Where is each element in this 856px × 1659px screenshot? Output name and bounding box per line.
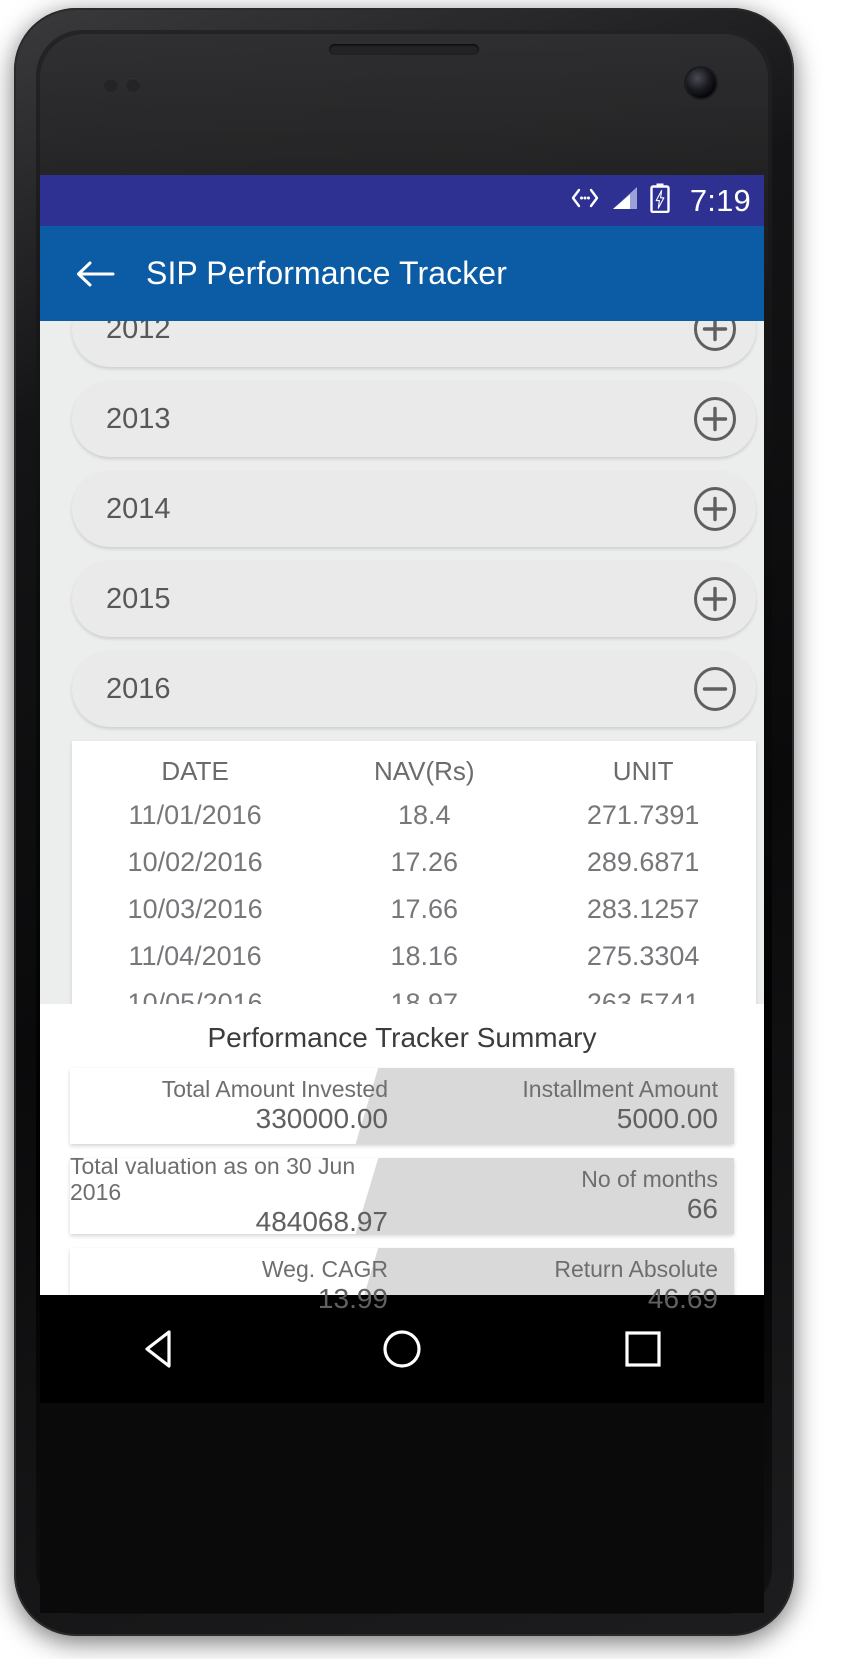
summary-right-cell: Installment Amount 5000.00: [402, 1068, 734, 1144]
circle-home-icon: [383, 1330, 421, 1368]
column-header-unit: UNIT: [612, 756, 674, 786]
year-label: 2014: [106, 492, 171, 525]
summary-label: No of months: [581, 1166, 718, 1193]
cell-unit: 271.7391: [586, 800, 700, 830]
nav-unit-table: DATE NAV(Rs) UNIT 11/01/2016 18.4 271.73…: [72, 748, 756, 1004]
table-row: 11/04/2016 18.16 275.3304: [72, 933, 756, 980]
year-label: 2015: [106, 582, 171, 615]
cell-date: 10/02/2016: [127, 847, 263, 877]
square-recents-icon: [625, 1331, 661, 1367]
plus-circle-icon[interactable]: [692, 486, 738, 532]
earpiece-speaker: [329, 44, 479, 55]
cell-date: 10/03/2016: [127, 894, 263, 924]
minus-circle-icon[interactable]: [692, 666, 738, 712]
phone-screen: 7:19 SIP Performance Tracker 2012 2013 2…: [40, 175, 764, 1390]
cell-date: 11/01/2016: [128, 800, 262, 830]
back-button[interactable]: [68, 247, 122, 301]
cell-date: 11/04/2016: [128, 941, 262, 971]
plus-circle-icon[interactable]: [692, 396, 738, 442]
cell-unit: 283.1257: [586, 894, 700, 924]
cell-nav: 17.26: [390, 847, 459, 877]
table-row: 10/03/2016 17.66 283.1257: [72, 886, 756, 933]
status-bar: 7:19: [40, 175, 764, 226]
summary-value: 5000.00: [616, 1102, 718, 1134]
battery-charging-icon: [650, 183, 670, 218]
phone-bottom-chin: [40, 1403, 764, 1613]
status-icon-group: 7:19: [570, 183, 751, 218]
summary-value: 13.99: [317, 1282, 388, 1314]
plus-circle-icon[interactable]: [692, 576, 738, 622]
content-scroll-area[interactable]: 2012 2013 2014 2015 2016 DATE NAV(Rs) UN…: [40, 321, 764, 1004]
cell-unit: 275.3304: [586, 941, 700, 971]
summary-label: Return Absolute: [554, 1256, 718, 1283]
cell-date: 10/05/2016: [127, 988, 263, 1004]
year-accordion-list: 2012 2013 2014 2015 2016: [40, 321, 764, 727]
year-accordion-item-2015[interactable]: 2015: [72, 561, 756, 637]
summary-left-cell: Total valuation as on 30 Jun 2016 484068…: [70, 1158, 402, 1234]
summary-value: 46.69: [647, 1282, 718, 1314]
summary-right-cell: No of months 66: [402, 1158, 734, 1234]
summary-label: Weg. CAGR: [261, 1256, 388, 1283]
column-header-date: DATE: [161, 756, 229, 786]
summary-value: 66: [686, 1192, 718, 1224]
table-header-row: DATE NAV(Rs) UNIT: [72, 748, 756, 792]
cast-icon: [570, 187, 600, 214]
year-label: 2013: [106, 402, 171, 435]
year-accordion-item-2014[interactable]: 2014: [72, 471, 756, 547]
year-label: 2012: [106, 321, 171, 345]
front-camera-icon: [686, 68, 716, 98]
summary-card-valuation: Total valuation as on 30 Jun 2016 484068…: [70, 1158, 734, 1234]
year-accordion-item-2012[interactable]: 2012: [72, 321, 756, 367]
summary-right-cell: Return Absolute 46.69: [402, 1248, 734, 1324]
summary-card-amount: Total Amount Invested 330000.00 Installm…: [70, 1068, 734, 1144]
table-row: 10/02/2016 17.26 289.6871: [72, 839, 756, 886]
summary-label: Installment Amount: [522, 1076, 718, 1103]
status-time: 7:19: [689, 183, 751, 218]
triangle-back-icon: [145, 1330, 171, 1368]
arrow-left-icon: [77, 261, 115, 286]
table-row: 10/05/2016 18.97 263.5741: [72, 980, 756, 1004]
summary-value: 330000.00: [255, 1102, 388, 1134]
year-accordion-item-2013[interactable]: 2013: [72, 381, 756, 457]
signal-icon: [611, 185, 639, 216]
cell-nav: 18.97: [390, 988, 459, 1004]
summary-label: Total Amount Invested: [161, 1076, 388, 1103]
cell-nav: 18.4: [397, 800, 451, 830]
plus-circle-icon[interactable]: [692, 321, 738, 352]
column-header-nav: NAV(Rs): [373, 756, 475, 786]
device-stage: 7:19 SIP Performance Tracker 2012 2013 2…: [0, 0, 856, 1659]
summary-value: 484068.97: [255, 1205, 388, 1234]
summary-left-cell: Total Amount Invested 330000.00: [70, 1068, 402, 1144]
light-sensor-icon: [126, 78, 140, 92]
page-title: SIP Performance Tracker: [146, 255, 507, 291]
table-row: 11/01/2016 18.4 271.7391: [72, 792, 756, 839]
cell-nav: 18.16: [390, 941, 459, 971]
nav-unit-table-card: DATE NAV(Rs) UNIT 11/01/2016 18.4 271.73…: [72, 741, 756, 1004]
performance-summary-panel: Performance Tracker Summary Total Amount…: [40, 1004, 764, 1352]
year-label: 2016: [106, 672, 171, 705]
proximity-sensor-icon: [104, 78, 118, 92]
summary-label: Total valuation as on 30 Jun 2016: [70, 1158, 356, 1205]
app-bar: SIP Performance Tracker: [40, 226, 764, 321]
summary-left-cell: Weg. CAGR 13.99: [70, 1248, 402, 1324]
year-accordion-item-2016[interactable]: 2016: [72, 651, 756, 727]
summary-title: Performance Tracker Summary: [207, 1022, 597, 1053]
cell-nav: 17.66: [390, 894, 459, 924]
summary-card-returns: Weg. CAGR 13.99 Return Absolute 46.69: [70, 1248, 734, 1324]
cell-unit: 289.6871: [586, 847, 700, 877]
cell-unit: 263.5741: [586, 988, 700, 1004]
